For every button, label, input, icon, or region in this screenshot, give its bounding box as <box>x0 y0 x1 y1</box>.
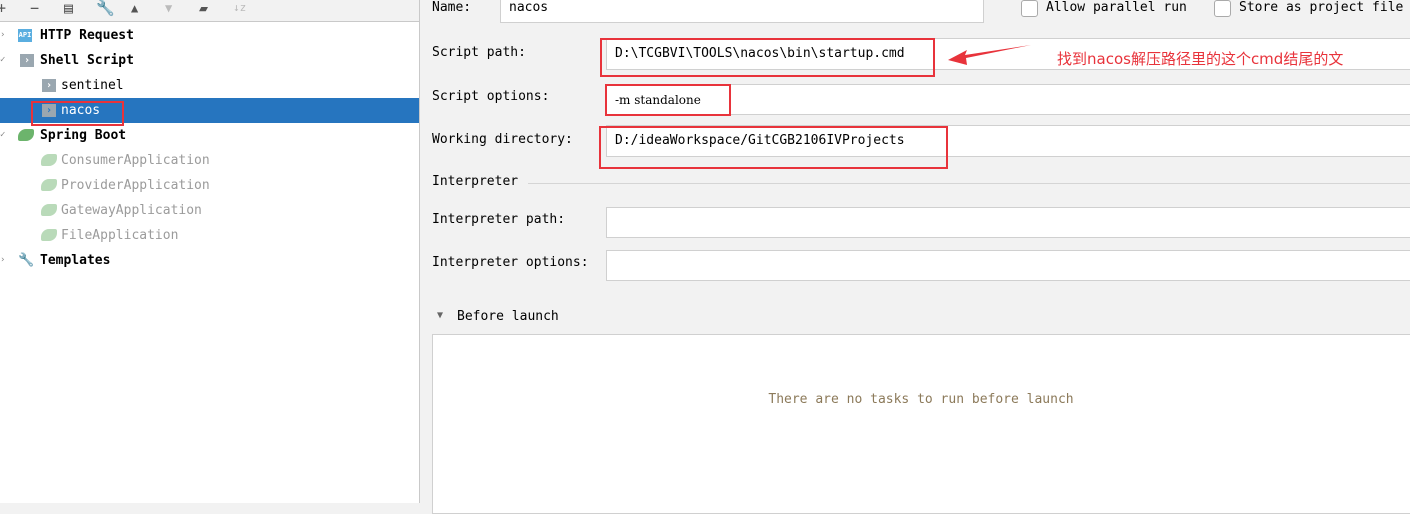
expand-arrow-icon[interactable]: › <box>0 248 5 273</box>
interpreter-section-title: Interpreter <box>432 174 519 189</box>
name-value: nacos <box>509 0 549 15</box>
annotation-arrow-icon <box>948 45 1031 65</box>
collapse-arrow-icon[interactable]: ✓ <box>0 123 5 148</box>
copy-icon[interactable]: ▤ <box>64 0 73 16</box>
store-project-label: Store as project file <box>1239 0 1404 15</box>
tree-item-label: sentinel <box>61 78 124 93</box>
script-options-label: Script options: <box>432 89 550 104</box>
tree-item-gateway-application[interactable]: GatewayApplication <box>0 198 419 223</box>
interpreter-path-label: Interpreter path: <box>432 212 566 227</box>
tree-item-label: GatewayApplication <box>61 203 202 218</box>
tree-item-label: Spring Boot <box>40 128 127 143</box>
minus-icon[interactable]: − <box>30 0 39 16</box>
interpreter-path-field[interactable] <box>606 207 1410 238</box>
spring-boot-icon <box>41 154 57 166</box>
shell-script-icon: › <box>20 54 34 67</box>
interpreter-options-label: Interpreter options: <box>432 255 589 270</box>
wrench-icon[interactable]: 🔧 <box>96 0 115 16</box>
name-label: Name: <box>432 0 472 15</box>
store-project-checkbox[interactable] <box>1214 0 1231 17</box>
spring-boot-icon <box>41 179 57 191</box>
highlight-box <box>605 84 731 116</box>
sort-az-icon[interactable]: ↓z <box>233 0 246 16</box>
tree-item-templates[interactable]: › 🔧 Templates <box>0 248 419 273</box>
api-icon: API <box>18 29 32 42</box>
name-field[interactable]: nacos <box>500 0 984 23</box>
new-folder-icon[interactable]: ▰ <box>199 0 208 16</box>
working-directory-label: Working directory: <box>432 132 573 147</box>
allow-parallel-checkbox[interactable] <box>1021 0 1038 17</box>
interpreter-options-field[interactable] <box>606 250 1410 281</box>
tree-item-label: FileApplication <box>61 228 179 243</box>
collapse-arrow-icon[interactable]: ✓ <box>0 48 5 73</box>
highlight-box <box>599 126 948 169</box>
empty-tasks-message: There are no tasks to run before launch <box>768 392 1074 407</box>
spring-boot-icon <box>18 129 34 141</box>
highlight-box <box>31 101 124 126</box>
expand-arrow-icon[interactable]: › <box>0 23 5 48</box>
collapse-triangle-icon[interactable]: ▼ <box>437 310 443 321</box>
before-launch-task-list[interactable]: There are no tasks to run before launch <box>432 334 1410 514</box>
configuration-tree-panel: + − ▤ 🔧 ▲ ▼ ▰ ↓z › API HTTP Request ✓ › … <box>0 0 420 503</box>
script-path-label: Script path: <box>432 45 526 60</box>
tree-item-http-request[interactable]: › API HTTP Request <box>0 23 419 48</box>
wrench-icon: 🔧 <box>18 253 35 268</box>
tree-item-label: HTTP Request <box>40 28 134 43</box>
tree-item-sentinel[interactable]: › sentinel <box>0 73 419 98</box>
tree-item-label: ConsumerApplication <box>61 153 210 168</box>
tree-item-file-application[interactable]: FileApplication <box>0 223 419 248</box>
highlight-box <box>600 38 935 77</box>
spring-boot-icon <box>41 229 57 241</box>
tree-item-shell-script[interactable]: ✓ › Shell Script <box>0 48 419 73</box>
arrow-down-icon[interactable]: ▼ <box>165 0 172 16</box>
section-divider <box>528 183 1410 184</box>
tree-item-consumer-application[interactable]: ConsumerApplication <box>0 148 419 173</box>
annotation-text: 找到nacos解压路径里的这个cmd结尾的文 <box>1057 50 1344 68</box>
before-launch-toggle[interactable]: Before launch <box>457 309 559 324</box>
tree-item-label: ProviderApplication <box>61 178 210 193</box>
tree-item-spring-boot[interactable]: ✓ Spring Boot <box>0 123 419 148</box>
allow-parallel-label: Allow parallel run <box>1046 0 1187 15</box>
tree-item-label: Shell Script <box>40 53 134 68</box>
tree-item-provider-application[interactable]: ProviderApplication <box>0 173 419 198</box>
plus-icon[interactable]: + <box>0 0 6 16</box>
tree-toolbar: + − ▤ 🔧 ▲ ▼ ▰ ↓z <box>0 0 419 22</box>
arrow-up-icon[interactable]: ▲ <box>131 0 138 16</box>
spring-boot-icon <box>41 204 57 216</box>
shell-script-icon: › <box>42 79 56 92</box>
tree-item-label: Templates <box>40 253 111 268</box>
